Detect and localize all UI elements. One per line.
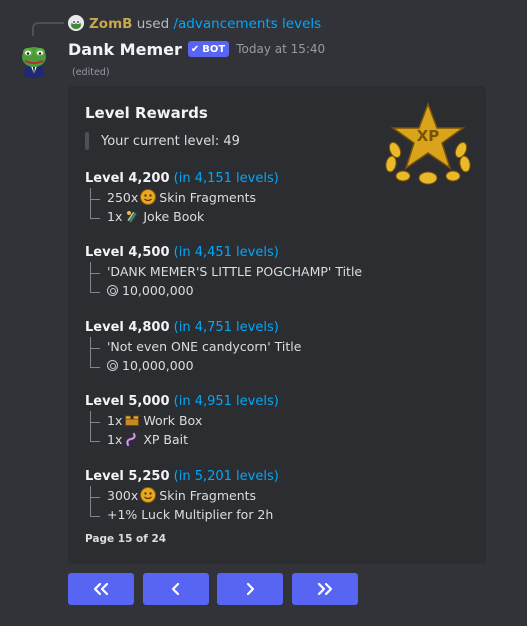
reward-label: 10,000,000 xyxy=(122,358,194,373)
level-number: Level 5,250 xyxy=(85,469,170,484)
level-entry: Level 4,800 (in 4,751 levels) 'Not even … xyxy=(85,319,475,375)
reward-item: 250x Skin Fragments xyxy=(85,188,475,207)
tree-branch xyxy=(90,356,102,375)
tree-branch xyxy=(90,486,102,505)
quote-bar xyxy=(85,132,89,150)
reward-qty: 1x xyxy=(107,209,123,224)
first-page-button[interactable] xyxy=(68,573,134,605)
reward-label: Skin Fragments xyxy=(159,190,257,205)
joke-book-icon xyxy=(126,210,138,224)
reward-label: XP Bait xyxy=(143,432,189,447)
embed-title: Level Rewards xyxy=(85,104,208,122)
chevron-right-icon xyxy=(246,582,255,596)
level-number: Level 4,200 xyxy=(85,171,170,186)
level-entry: Level 5,250 (in 5,201 levels) 300x Skin F… xyxy=(85,468,475,524)
message-timestamp[interactable]: Today at 15:40 xyxy=(236,42,325,56)
reward-label: Skin Fragments xyxy=(159,488,257,503)
verified-check-icon: ✔ xyxy=(190,43,200,55)
reward-item: 10,000,000 xyxy=(85,356,475,375)
tree-branch xyxy=(90,262,102,281)
coin-icon xyxy=(107,360,118,371)
current-level-quote: Your current level: 49 xyxy=(85,132,240,150)
reward-item: 'DANK MEMER'S LITTLE POGCHAMP' Title xyxy=(85,262,475,281)
reward-label: +1% Luck Multiplier for 2h xyxy=(107,507,274,522)
next-page-button[interactable] xyxy=(217,573,283,605)
last-page-button[interactable] xyxy=(292,573,358,605)
xp-bait-icon xyxy=(126,432,137,447)
reward-item: 'Not even ONE candycorn' Title xyxy=(85,337,475,356)
thumbnail-label: XP xyxy=(417,127,440,145)
double-chevron-right-icon xyxy=(317,582,333,596)
theater-masks-icon xyxy=(140,487,157,503)
theater-masks-icon xyxy=(140,189,157,205)
coin-icon xyxy=(107,285,118,296)
level-remaining: (in 4,951 levels) xyxy=(173,394,279,409)
tree-branch xyxy=(90,188,102,207)
reply-avatar[interactable] xyxy=(68,15,84,31)
level-header: Level 5,000 (in 4,951 levels) xyxy=(85,393,475,411)
author-line: Dank Memer ✔ BOT Today at 15:40 xyxy=(68,38,325,60)
level-number: Level 4,800 xyxy=(85,320,170,335)
reward-qty: 300x xyxy=(107,488,139,503)
tree-branch xyxy=(90,411,102,430)
tree-branch xyxy=(90,505,102,524)
edited-indicator: (edited) xyxy=(72,67,110,78)
reward-label: 'Not even ONE candycorn' Title xyxy=(107,339,302,354)
author-name[interactable]: Dank Memer xyxy=(68,40,182,59)
tree-branch xyxy=(90,207,102,226)
reward-qty: 250x xyxy=(107,190,139,205)
work-box-icon xyxy=(125,415,140,426)
level-remaining: (in 5,201 levels) xyxy=(173,469,279,484)
reply-command[interactable]: /advancements levels xyxy=(173,16,321,32)
reward-qty: 1x xyxy=(107,432,123,447)
level-remaining: (in 4,151 levels) xyxy=(173,171,279,186)
reward-label: Work Box xyxy=(143,413,203,428)
chevron-left-icon xyxy=(171,582,180,596)
reply-preview[interactable]: ZomB used /advancements levels xyxy=(89,15,321,33)
reward-item: 1x XP Bait xyxy=(85,430,475,449)
reward-qty: 1x xyxy=(107,413,123,428)
reward-label: 'DANK MEMER'S LITTLE POGCHAMP' Title xyxy=(107,264,363,279)
reward-item: 1x Joke Book xyxy=(85,207,475,226)
avatar[interactable] xyxy=(14,38,54,78)
bot-tag-label: BOT xyxy=(202,43,226,55)
level-entry: Level 4,500 (in 4,451 levels) 'DANK MEME… xyxy=(85,244,475,300)
reward-item: 10,000,000 xyxy=(85,281,475,300)
level-header: Level 4,500 (in 4,451 levels) xyxy=(85,244,475,262)
tree-branch xyxy=(90,337,102,356)
level-entry: Level 4,200 (in 4,151 levels) 250x Skin F… xyxy=(85,170,475,226)
reward-label: Joke Book xyxy=(143,209,205,224)
level-header: Level 4,200 (in 4,151 levels) xyxy=(85,170,475,188)
level-number: Level 4,500 xyxy=(85,245,170,260)
current-level-text: Your current level: 49 xyxy=(101,133,240,149)
level-header: Level 5,250 (in 5,201 levels) xyxy=(85,468,475,486)
reward-item: 1x Work Box xyxy=(85,411,475,430)
reply-used-text: used xyxy=(136,16,170,32)
reward-item: +1% Luck Multiplier for 2h xyxy=(85,505,475,524)
bot-tag: ✔ BOT xyxy=(187,41,230,57)
reply-connector xyxy=(32,22,64,36)
double-chevron-left-icon xyxy=(93,582,109,596)
level-header: Level 4,800 (in 4,751 levels) xyxy=(85,319,475,337)
embed-footer: Page 15 of 24 xyxy=(85,533,167,545)
level-entry: Level 5,000 (in 4,951 levels) 1x Work Box… xyxy=(85,393,475,449)
reply-username[interactable]: ZomB xyxy=(89,16,132,32)
tree-branch xyxy=(90,281,102,300)
level-remaining: (in 4,451 levels) xyxy=(173,245,279,260)
tree-branch xyxy=(90,430,102,449)
level-remaining: (in 4,751 levels) xyxy=(173,320,279,335)
level-rewards-embed: Level Rewards Your current level: 49 XP … xyxy=(68,86,486,564)
previous-page-button[interactable] xyxy=(143,573,209,605)
reward-item: 300x Skin Fragments xyxy=(85,486,475,505)
level-number: Level 5,000 xyxy=(85,394,170,409)
reward-label: 10,000,000 xyxy=(122,283,194,298)
